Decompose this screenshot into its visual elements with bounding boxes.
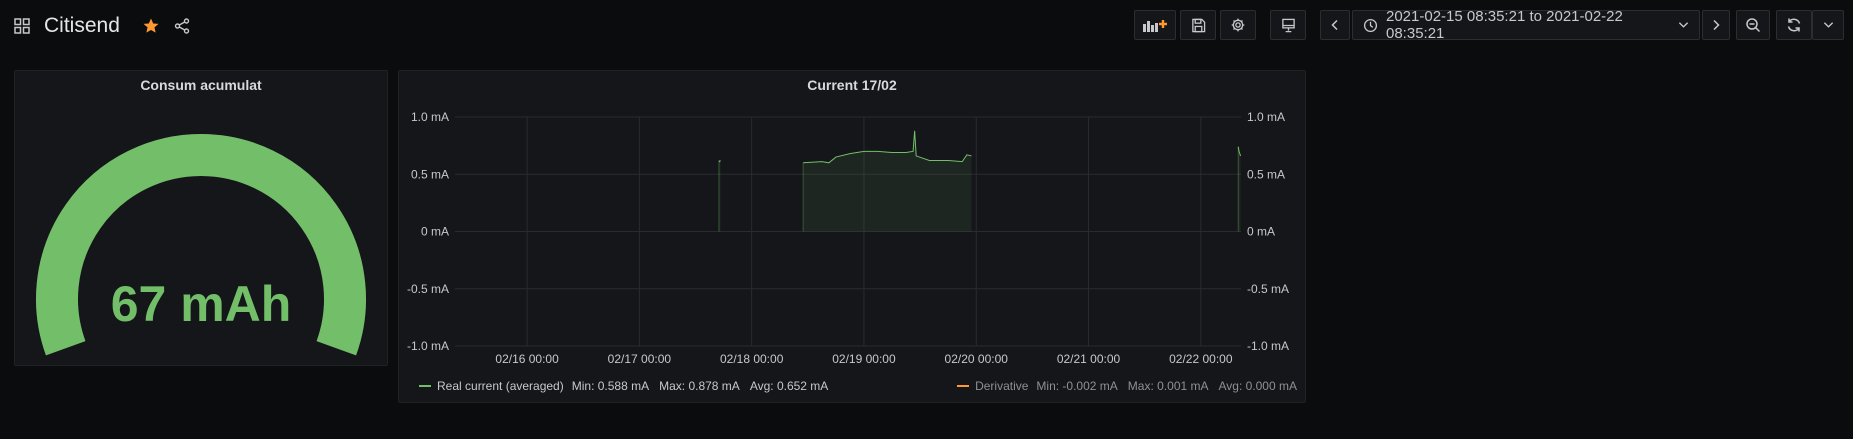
x-tick-label: 02/20 00:00 bbox=[945, 352, 1009, 366]
x-tick-label: 02/17 00:00 bbox=[608, 352, 672, 366]
x-tick-label: 02/16 00:00 bbox=[495, 352, 559, 366]
chevron-left-icon bbox=[1330, 19, 1340, 31]
legend-min: Min: -0.002 mA bbox=[1036, 379, 1118, 393]
time-range-label: 2021-02-15 08:35:21 to 2021-02-22 08:35:… bbox=[1386, 8, 1623, 42]
y-tick-label-right: 1.0 mA bbox=[1247, 110, 1285, 124]
series-line bbox=[718, 160, 721, 163]
gauge-value: 67 mAh bbox=[110, 276, 292, 332]
tv-mode-button[interactable] bbox=[1270, 10, 1306, 40]
y-tick-label-right: 0.5 mA bbox=[1247, 167, 1285, 181]
legend-avg: Avg: 0.000 mA bbox=[1218, 379, 1298, 393]
chevron-down-icon bbox=[1823, 21, 1834, 29]
y-tick-label-left: -1.0 mA bbox=[407, 339, 449, 353]
x-tick-label: 02/19 00:00 bbox=[832, 352, 896, 366]
legend-item-derivative[interactable]: Derivative Min: -0.002 mA Max: 0.001 mA … bbox=[957, 379, 1297, 393]
y-tick-label-right: 0 mA bbox=[1247, 225, 1275, 239]
legend-max: Max: 0.001 mA bbox=[1127, 379, 1209, 393]
apps-icon[interactable] bbox=[14, 18, 30, 34]
y-tick-label-left: 0 mA bbox=[421, 225, 449, 239]
x-tick-label: 02/18 00:00 bbox=[720, 352, 784, 366]
legend-item-real-current[interactable]: Real current (averaged) Min: 0.588 mA Ma… bbox=[419, 379, 828, 393]
top-navbar: Citisend 2021-02-15 08:35:21 to 2021-02-… bbox=[0, 0, 1853, 52]
add-panel-button[interactable] bbox=[1134, 10, 1176, 40]
gear-icon bbox=[1230, 17, 1246, 33]
y-tick-label-left: -0.5 mA bbox=[407, 282, 449, 296]
save-icon bbox=[1191, 18, 1206, 33]
share-icon[interactable] bbox=[174, 18, 190, 34]
y-tick-label-left: 0.5 mA bbox=[411, 167, 449, 181]
x-tick-label: 02/22 00:00 bbox=[1169, 352, 1233, 366]
refresh-icon bbox=[1786, 17, 1802, 33]
time-range-picker[interactable]: 2021-02-15 08:35:21 to 2021-02-22 08:35:… bbox=[1352, 8, 1700, 42]
graph-panel: Current 17/02 1.0 mA 1.0 mA 0.5 mA 0.5 mA 0 … bbox=[398, 70, 1306, 403]
chevron-down-icon bbox=[1678, 21, 1689, 29]
series-area bbox=[803, 130, 972, 232]
legend-series-name: Real current (averaged) bbox=[437, 379, 564, 393]
gauge-panel: Consum acumulat 67 mAh bbox=[14, 70, 388, 366]
legend-swatch-green bbox=[419, 385, 431, 387]
time-back-button[interactable] bbox=[1320, 10, 1350, 40]
refresh-interval-picker[interactable] bbox=[1812, 10, 1844, 40]
star-icon[interactable] bbox=[142, 17, 160, 35]
legend-min: Min: 0.588 mA bbox=[571, 379, 650, 393]
time-forward-button[interactable] bbox=[1702, 10, 1730, 40]
monitor-icon bbox=[1281, 18, 1296, 33]
legend-avg: Avg: 0.652 mA bbox=[749, 379, 829, 393]
y-tick-label-right: -0.5 mA bbox=[1247, 282, 1289, 296]
chevron-right-icon bbox=[1711, 19, 1721, 31]
legend-swatch-orange bbox=[957, 385, 970, 387]
x-tick-label: 02/21 00:00 bbox=[1057, 352, 1121, 366]
add-panel-icon bbox=[1142, 17, 1168, 33]
dashboard-title-group: Citisend bbox=[14, 10, 190, 42]
clock-icon bbox=[1363, 18, 1378, 33]
legend-max: Max: 0.878 mA bbox=[659, 379, 740, 393]
zoom-out-button[interactable] bbox=[1736, 10, 1770, 40]
y-tick-label-left: 1.0 mA bbox=[411, 110, 449, 124]
dashboard-settings-button[interactable] bbox=[1220, 10, 1256, 40]
refresh-button[interactable] bbox=[1776, 10, 1812, 40]
dashboard-title[interactable]: Citisend bbox=[44, 14, 120, 38]
zoom-out-icon bbox=[1745, 17, 1761, 33]
save-dashboard-button[interactable] bbox=[1180, 10, 1216, 40]
graph-chart: 1.0 mA 1.0 mA 0.5 mA 0.5 mA 0 mA 0 mA -0.5 mA -… bbox=[407, 110, 1289, 366]
legend-series-name: Derivative bbox=[975, 379, 1029, 393]
y-tick-label-right: -1.0 mA bbox=[1247, 339, 1289, 353]
